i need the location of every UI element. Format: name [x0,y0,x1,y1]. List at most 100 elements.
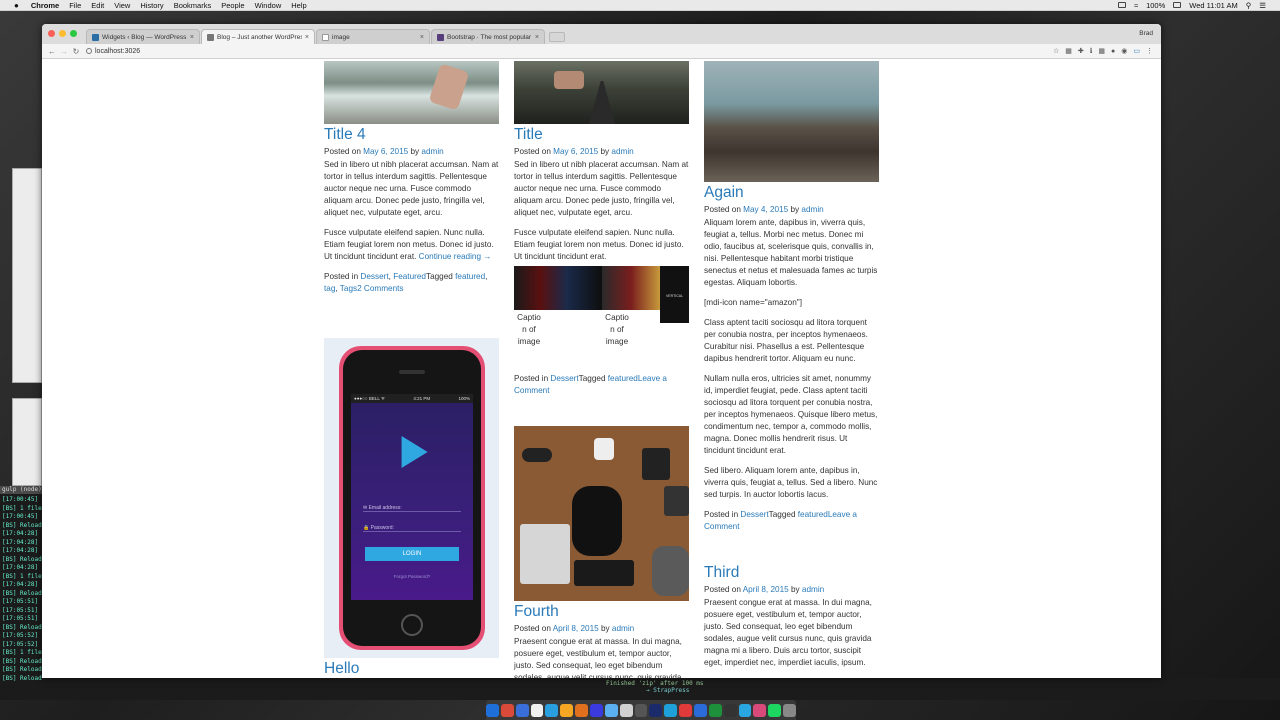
apple-icon[interactable]: ● [14,1,19,10]
author-link[interactable]: admin [421,147,443,156]
post-title-link[interactable]: Title 4 [324,126,366,143]
zoom-window-button[interactable] [70,30,77,37]
continue-reading-link[interactable]: Continue reading → [419,252,492,261]
post-title-link[interactable]: Title [514,126,543,143]
post-thumbnail[interactable] [514,426,689,601]
tab-bootstrap[interactable]: Bootstrap · The most popular × [431,29,545,44]
extension-icon[interactable]: ✚ [1078,47,1084,55]
author-link[interactable]: admin [802,585,824,594]
dock-app-icon[interactable] [485,703,499,717]
reload-icon[interactable]: ↻ [70,47,82,56]
tab-image[interactable]: image × [316,29,430,44]
dock-app-icon[interactable] [664,703,678,717]
airplay-icon[interactable] [1117,2,1126,8]
dock-app-icon[interactable] [649,703,663,717]
close-tab-icon[interactable]: × [190,34,194,41]
tag-link[interactable]: tag [324,284,335,293]
post-thumbnail[interactable] [324,61,499,124]
post-date-link[interactable]: May 6, 2015 [363,147,408,156]
menu-people[interactable]: People [221,1,244,10]
dock-app-icon[interactable] [723,703,737,717]
tag-link[interactable]: Tags [340,284,357,293]
forward-arrow-icon[interactable]: → [58,47,70,56]
tab-blog[interactable]: Blog – Just another WordPress × [201,29,315,44]
author-link[interactable]: admin [801,205,823,214]
dock-app-icon[interactable] [768,703,782,717]
dock-app-icon[interactable] [545,703,559,717]
extension-icon[interactable]: ◉ [1121,47,1127,55]
post-date-link[interactable]: April 8, 2015 [743,585,789,594]
extension-icon[interactable]: ▭ [1133,47,1140,55]
close-tab-icon[interactable]: × [420,34,424,41]
tab-widgets[interactable]: Widgets ‹ Blog — WordPress × [86,29,200,44]
menu-file[interactable]: File [69,1,81,10]
menu-edit[interactable]: Edit [91,1,104,10]
dock-app-icon[interactable] [560,703,574,717]
post-date-link[interactable]: May 4, 2015 [743,205,788,214]
category-link[interactable]: Dessert [360,272,388,281]
post-date-link[interactable]: April 8, 2015 [553,624,599,633]
profile-name[interactable]: Brad [1139,30,1153,37]
post-title-link[interactable]: Hello [324,660,359,677]
dock-app-icon[interactable] [515,703,529,717]
post-title-link[interactable]: Fourth [514,603,559,620]
post-title-link[interactable]: Again [704,184,744,201]
new-tab-button[interactable] [549,32,565,42]
post-thumbnail[interactable] [704,61,879,182]
dock-app-icon[interactable] [783,703,797,717]
gallery-image[interactable] [602,266,660,310]
category-link[interactable]: Dessert [740,510,768,519]
author-link[interactable]: admin [612,624,634,633]
dock-app-icon[interactable] [679,703,693,717]
minimize-window-button[interactable] [59,30,66,37]
post-thumbnail[interactable]: ●●●○○ BELL ᯤ 4:21 PM 100% ✉ Email addres… [324,338,499,658]
post-title-link[interactable]: Third [704,564,739,581]
menu-dots-icon[interactable]: ⋮ [1146,47,1153,55]
tag-link[interactable]: featured [608,374,638,383]
info-icon[interactable] [86,48,92,54]
address-bar[interactable]: localhost:3026 [82,46,1053,57]
extension-icon[interactable]: ℹ [1090,47,1093,55]
terminal-bottom[interactable]: Finished 'zip' after 100 ms → StrapPress [42,678,1280,700]
dock-app-icon[interactable] [708,703,722,717]
tag-link[interactable]: featured [798,510,828,519]
comments-link[interactable]: 2 Comments [357,284,403,293]
category-link[interactable]: Featured [393,272,426,281]
dock-app-icon[interactable] [738,703,752,717]
bookmark-star-icon[interactable]: ☆ [1053,47,1059,55]
dock-app-icon[interactable] [575,703,588,717]
dock-app-icon[interactable] [604,703,618,717]
dock-app-icon[interactable] [590,703,603,717]
background-window[interactable] [12,398,42,486]
menu-bookmarks[interactable]: Bookmarks [174,1,212,10]
dock-app-icon[interactable] [500,703,514,717]
extension-icon[interactable]: ● [1111,48,1115,55]
category-link[interactable]: Dessert [550,374,578,383]
close-tab-icon[interactable]: × [305,34,309,41]
close-tab-icon[interactable]: × [535,34,539,41]
post-thumbnail[interactable] [514,61,689,124]
menu-clock[interactable]: Wed 11:01 AM [1189,1,1238,10]
close-window-button[interactable] [48,30,55,37]
dock-app-icon[interactable] [530,703,544,717]
menu-help[interactable]: Help [291,1,306,10]
spotlight-icon[interactable]: ⚲ [1246,1,1252,10]
dock-app-icon[interactable] [753,703,767,717]
dock-app-icon[interactable] [694,703,707,717]
dock-app-icon[interactable] [634,703,648,717]
menu-window[interactable]: Window [255,1,282,10]
menu-history[interactable]: History [140,1,163,10]
tag-link[interactable]: featured [455,272,485,281]
gallery-image[interactable] [514,266,602,310]
author-link[interactable]: admin [611,147,633,156]
extension-icon[interactable]: ▦ [1065,47,1072,55]
back-arrow-icon[interactable]: ← [46,47,58,56]
gallery-image[interactable]: VERTICAL [660,266,689,323]
post-date-link[interactable]: May 6, 2015 [553,147,598,156]
url-text[interactable]: localhost:3026 [95,48,140,55]
battery-icon[interactable] [1173,2,1182,8]
terminal-window[interactable]: gulp (node) [17:00:45] [BS] 1 file [17:00:… [0,486,42,700]
menu-chrome[interactable]: Chrome [31,1,59,10]
wifi-icon[interactable]: ≈ [1134,1,1138,10]
menu-view[interactable]: View [114,1,130,10]
